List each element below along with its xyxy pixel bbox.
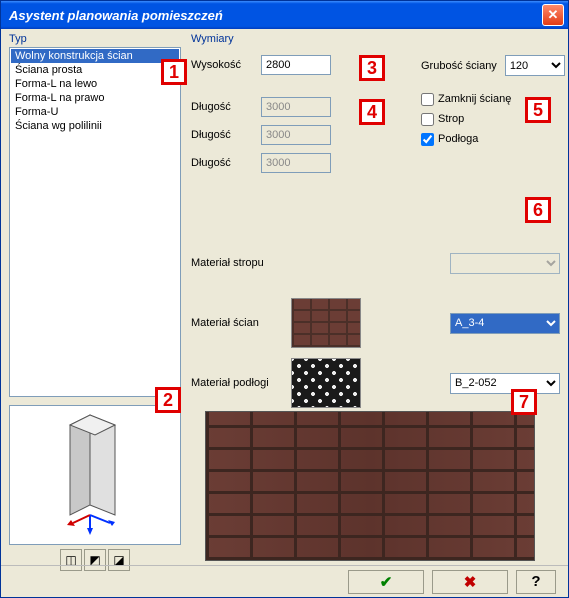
typ-item-l-left[interactable]: Forma-L na lewo xyxy=(11,77,179,91)
thickness-select[interactable]: 120 xyxy=(505,55,565,76)
window-title: Asystent planowania pomieszczeń xyxy=(9,8,223,23)
typ-item-free-wall[interactable]: Wolny konstrukcja ścian xyxy=(11,49,179,63)
length3-label: Długość xyxy=(191,157,261,169)
close-wall-label: Zamknij ścianę xyxy=(438,93,511,105)
typ-group-label: Typ xyxy=(9,33,181,45)
help-button[interactable]: ? xyxy=(516,570,556,594)
typ-item-straight-wall[interactable]: Ściana prosta xyxy=(11,63,179,77)
annotation-marker-4: 4 xyxy=(359,99,385,125)
length2-label: Długość xyxy=(191,129,261,141)
wymiary-group-label: Wymiary xyxy=(191,33,560,45)
height-input[interactable] xyxy=(261,55,331,75)
wall-material-label: Materiał ścian xyxy=(191,317,291,329)
close-wall-checkbox[interactable] xyxy=(421,93,434,106)
length1-input xyxy=(261,97,331,117)
annotation-marker-5: 5 xyxy=(525,97,551,123)
height-label: Wysokość xyxy=(191,59,261,71)
ceiling-material-select xyxy=(450,253,560,274)
close-button[interactable]: ✕ xyxy=(542,4,564,26)
floor-material-swatch xyxy=(291,358,361,408)
ceiling-material-label: Materiał stropu xyxy=(191,257,291,269)
typ-item-l-right[interactable]: Forma-L na prawo xyxy=(11,91,179,105)
material-large-preview xyxy=(205,411,535,561)
thickness-label: Grubość ściany xyxy=(421,60,497,72)
preview-3d-icon xyxy=(35,410,155,540)
titlebar[interactable]: Asystent planowania pomieszczeń ✕ xyxy=(1,1,568,29)
typ-list[interactable]: Wolny konstrukcja ścian Ściana prosta Fo… xyxy=(9,47,181,397)
annotation-marker-1: 1 xyxy=(161,59,187,85)
length3-input xyxy=(261,153,331,173)
length2-input xyxy=(261,125,331,145)
typ-item-u-form[interactable]: Forma-U xyxy=(11,105,179,119)
ceiling-label: Strop xyxy=(438,113,464,125)
annotation-marker-7: 7 xyxy=(511,389,537,415)
floor-material-select[interactable]: B_2-052 xyxy=(450,373,560,394)
annotation-marker-2: 2 xyxy=(155,387,181,413)
ceiling-checkbox[interactable] xyxy=(421,113,434,126)
floor-checkbox[interactable] xyxy=(421,133,434,146)
length1-label: Długość xyxy=(191,101,261,113)
type-preview xyxy=(9,405,181,545)
cancel-button[interactable]: ✖ xyxy=(432,570,508,594)
wall-material-select[interactable]: A_3-4 xyxy=(450,313,560,334)
annotation-marker-6: 6 xyxy=(525,197,551,223)
annotation-marker-3: 3 xyxy=(359,55,385,81)
floor-label: Podłoga xyxy=(438,133,478,145)
ok-button[interactable]: ✔ xyxy=(348,570,424,594)
typ-item-polyline[interactable]: Ściana wg polilinii xyxy=(11,119,179,133)
wall-material-swatch xyxy=(291,298,361,348)
floor-material-label: Materiał podłogi xyxy=(191,377,291,389)
